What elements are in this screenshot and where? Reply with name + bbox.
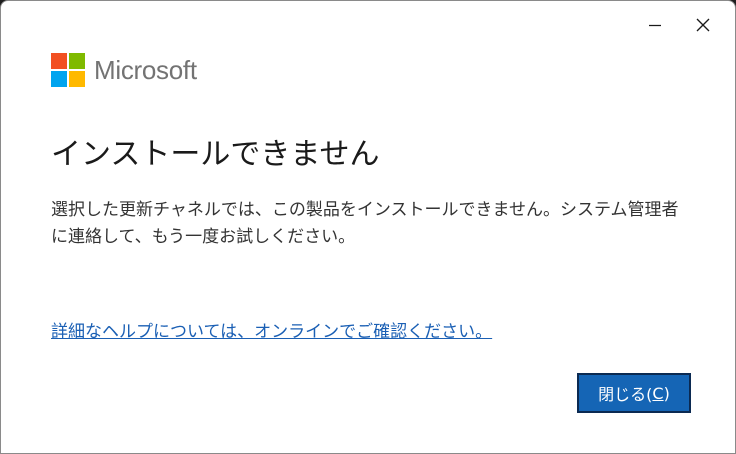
close-icon <box>696 18 710 32</box>
close-button-label-suffix: ) <box>663 383 670 403</box>
close-button[interactable]: 閉じる(C) <box>577 373 691 413</box>
logo-square-blue <box>51 71 67 87</box>
logo-square-green <box>69 53 85 69</box>
dialog-message: 選択した更新チャネルでは、この製品をインストールできません。システム管理者に連絡… <box>51 200 679 247</box>
dialog-title: インストールできません <box>51 137 380 172</box>
logo-text: Microsoft <box>94 55 197 85</box>
logo-square-yellow <box>69 71 85 87</box>
window-close-button[interactable] <box>680 7 726 43</box>
logo-square-red <box>51 53 67 69</box>
dialog-window: Microsoft インストールできません 選択した更新チャネルでは、この製品を… <box>0 0 736 454</box>
microsoft-logo: Microsoft <box>51 53 197 87</box>
minimize-button[interactable] <box>632 7 678 43</box>
online-help-link[interactable]: 詳細なヘルプについては、オンラインでご確認ください。 <box>51 319 492 346</box>
minimize-icon <box>649 24 661 27</box>
microsoft-logo-icon <box>51 53 85 87</box>
close-button-accelerator: C <box>652 383 664 403</box>
close-button-label-prefix: 閉じる( <box>598 385 653 404</box>
